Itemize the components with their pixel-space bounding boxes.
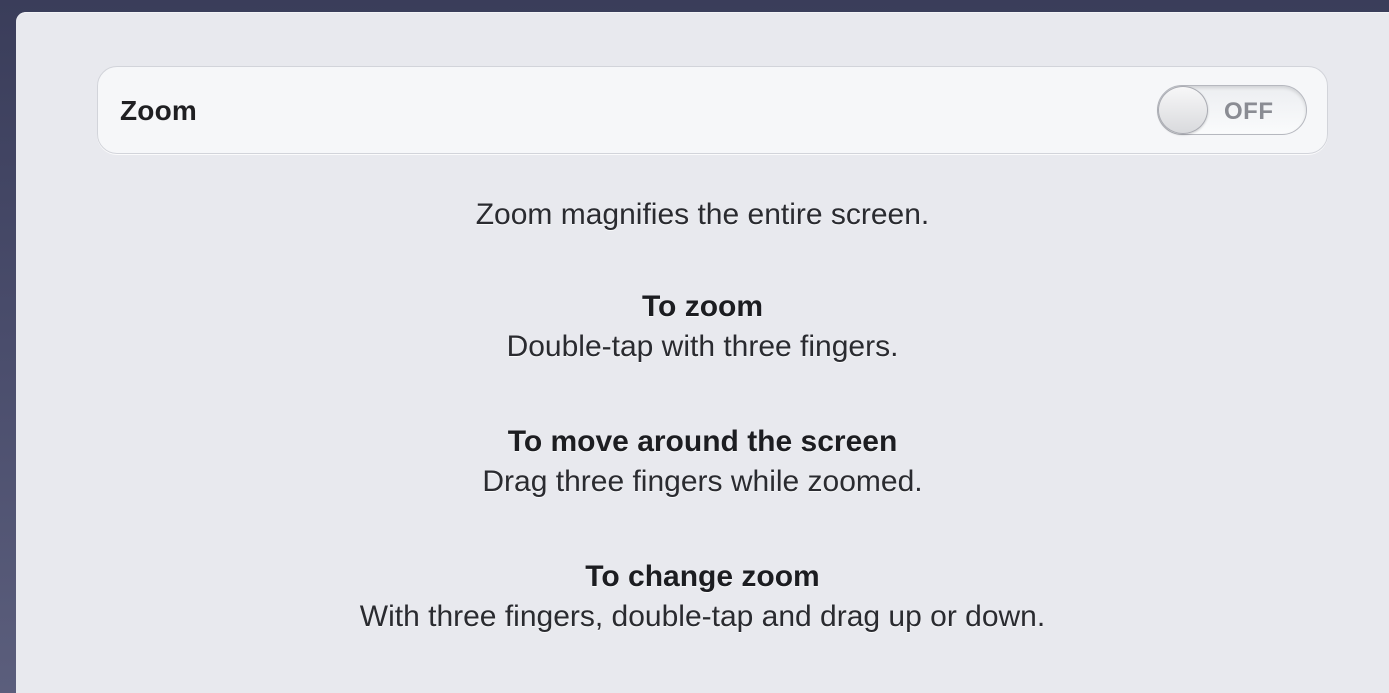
zoom-label: Zoom: [120, 95, 198, 126]
settings-panel: Zoom OFF Zoom magnifies the entire scree…: [16, 12, 1389, 693]
help-section-title: To change zoom: [585, 560, 820, 593]
toggle-state-label: OFF: [1224, 98, 1274, 125]
help-section-description: With three fingers, double-tap and drag …: [359, 600, 1046, 633]
help-section-title: To move around the screen: [507, 425, 898, 458]
help-section-change-zoom: To change zoom With three fingers, doubl…: [16, 560, 1389, 634]
toggle-knob[interactable]: [1158, 86, 1208, 134]
help-section-title: To zoom: [641, 290, 764, 323]
zoom-setting-row: Zoom OFF: [97, 66, 1328, 154]
help-section-to-zoom: To zoom Double-tap with three fingers.: [16, 290, 1389, 364]
zoom-intro-text: Zoom magnifies the entire screen.: [475, 198, 930, 231]
zoom-toggle-switch[interactable]: OFF: [1157, 85, 1307, 135]
help-section-description: Drag three fingers while zoomed.: [482, 465, 923, 498]
help-section-move-around: To move around the screen Drag three fin…: [16, 425, 1389, 499]
help-section-description: Double-tap with three fingers.: [506, 330, 899, 363]
